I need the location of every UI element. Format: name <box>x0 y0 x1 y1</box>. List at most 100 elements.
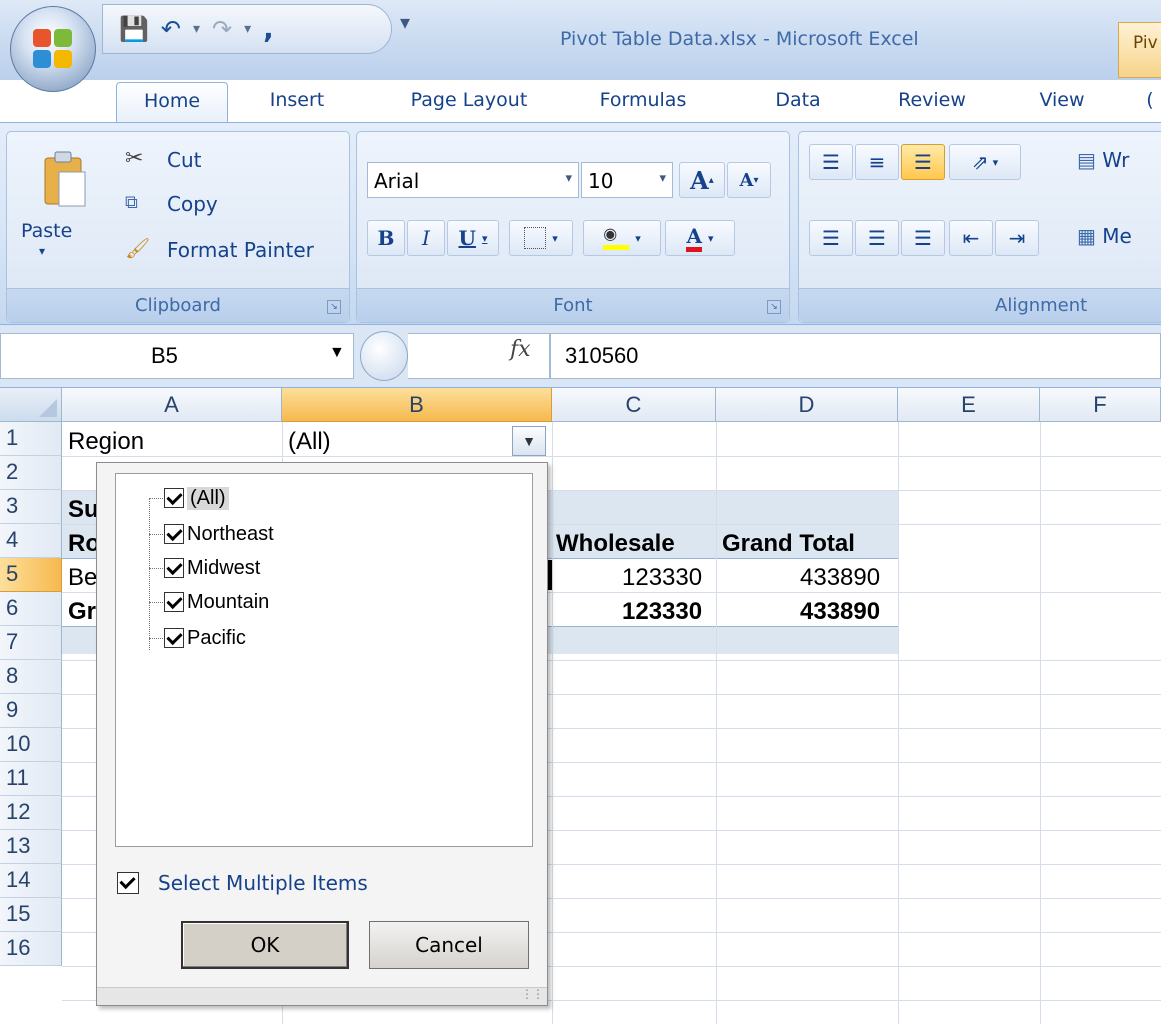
checkbox-checked-icon[interactable] <box>164 628 184 648</box>
checkbox-checked-icon[interactable] <box>164 592 184 612</box>
row-header-12[interactable]: 12 <box>0 796 62 830</box>
filter-item-mountain[interactable]: Mountain <box>164 588 269 616</box>
redo-icon[interactable]: ↷ <box>212 17 232 41</box>
row-header-2[interactable]: 2 <box>0 456 62 490</box>
bold-button[interactable]: B <box>367 220 405 256</box>
filter-item-pacific[interactable]: Pacific <box>164 624 246 652</box>
shrink-font-button[interactable]: A ▾ <box>727 162 771 198</box>
row-header-3[interactable]: 3 <box>0 490 62 524</box>
row-header-7[interactable]: 7 <box>0 626 62 660</box>
merge-center-button[interactable]: ▦ Me <box>1077 224 1132 248</box>
tab-home[interactable]: Home <box>116 82 228 124</box>
cell-b1[interactable]: (All) <box>288 428 331 456</box>
font-name-combo[interactable]: Arial ▾ <box>367 162 579 198</box>
column-header-f[interactable]: F <box>1040 388 1161 422</box>
paste-button[interactable]: Paste <box>21 220 72 242</box>
row-header-10[interactable]: 10 <box>0 728 62 762</box>
font-color-button[interactable]: A ▾ <box>665 220 735 256</box>
middle-align-icon[interactable]: ≡ <box>855 144 899 180</box>
column-header-e[interactable]: E <box>898 388 1040 422</box>
undo-dropdown-icon[interactable]: ▾ <box>193 22 200 36</box>
row-header-9[interactable]: 9 <box>0 694 62 728</box>
tab-formulas[interactable]: Formulas <box>578 82 708 122</box>
filter-item-all[interactable]: (All) <box>164 484 229 512</box>
cell-d6[interactable]: 433890 <box>800 598 880 626</box>
font-size-combo[interactable]: 10 ▾ <box>581 162 673 198</box>
tab-insert[interactable]: Insert <box>250 82 344 122</box>
cancel-button[interactable]: Cancel <box>369 921 529 969</box>
paste-dropdown-icon[interactable]: ▾ <box>39 244 45 258</box>
checkbox-checked-icon[interactable] <box>164 488 184 508</box>
row-header-1[interactable]: 1 <box>0 422 62 456</box>
tab-view[interactable]: View <box>1024 82 1100 122</box>
cell-c4[interactable]: Wholesale <box>556 530 675 558</box>
ok-button[interactable]: OK <box>181 921 349 969</box>
column-header-c[interactable]: C <box>552 388 716 422</box>
cell-a1[interactable]: Region <box>68 428 144 456</box>
insert-function-button[interactable]: fx <box>510 337 531 362</box>
underline-button[interactable]: U ▾ <box>447 220 499 256</box>
customize-toolbar-icon[interactable]: ▾ <box>400 10 410 34</box>
column-header-a[interactable]: A <box>62 388 282 422</box>
column-header-d[interactable]: D <box>716 388 898 422</box>
checkbox-checked-icon[interactable] <box>164 558 184 578</box>
page-filter-dropdown-icon[interactable]: ▼ <box>512 426 546 456</box>
cell-a6[interactable]: Gr <box>68 598 96 626</box>
cell-d4[interactable]: Grand Total <box>722 530 855 558</box>
row-header-5[interactable]: 5 <box>0 558 62 592</box>
comma-style-icon[interactable]: , <box>263 15 274 43</box>
top-align-icon[interactable]: ☰ <box>809 144 853 180</box>
grow-font-button[interactable]: A ▴ <box>679 162 725 198</box>
save-icon[interactable]: 💾 <box>119 17 149 41</box>
row-header-4[interactable]: 4 <box>0 524 62 558</box>
resize-grip-icon[interactable]: ⋮⋮ <box>521 987 544 1001</box>
row-header-15[interactable]: 15 <box>0 898 62 932</box>
copy-button[interactable]: Copy <box>167 192 218 216</box>
formula-bar-divider[interactable] <box>360 331 408 381</box>
cut-button[interactable]: Cut <box>167 148 201 172</box>
font-launcher-icon[interactable]: ↘ <box>767 300 781 314</box>
formula-input[interactable]: 310560 <box>550 333 1161 379</box>
increase-indent-icon[interactable]: ⇥ <box>995 220 1039 256</box>
orientation-icon[interactable]: ⇗ ▾ <box>949 144 1021 180</box>
bottom-align-icon[interactable]: ☰ <box>901 144 945 180</box>
row-header-8[interactable]: 8 <box>0 660 62 694</box>
name-box[interactable]: B5 ▼ <box>0 333 354 379</box>
decrease-indent-icon[interactable]: ⇤ <box>949 220 993 256</box>
tab-overflow[interactable]: ( <box>1140 82 1160 122</box>
row-header-14[interactable]: 14 <box>0 864 62 898</box>
align-right-icon[interactable]: ☰ <box>901 220 945 256</box>
cell-c6[interactable]: 123330 <box>622 598 702 626</box>
wrap-text-button[interactable]: ▤ Wr <box>1077 148 1129 172</box>
select-multiple-items-option[interactable]: Select Multiple Items <box>117 871 368 895</box>
row-header-16[interactable]: 16 <box>0 932 62 966</box>
clipboard-launcher-icon[interactable]: ↘ <box>327 300 341 314</box>
fill-color-button[interactable]: ◉ ▾ <box>583 220 661 256</box>
row-header-13[interactable]: 13 <box>0 830 62 864</box>
filter-item-northeast[interactable]: Northeast <box>164 520 274 548</box>
redo-dropdown-icon[interactable]: ▾ <box>244 22 251 36</box>
format-painter-button[interactable]: Format Painter <box>167 238 314 262</box>
align-left-icon[interactable]: ☰ <box>809 220 853 256</box>
filter-item-midwest[interactable]: Midwest <box>164 554 260 582</box>
pivot-tools-context-tab[interactable]: Piv <box>1118 22 1161 78</box>
center-icon[interactable]: ☰ <box>855 220 899 256</box>
cell-a3[interactable]: Su <box>68 496 99 524</box>
checkbox-checked-icon[interactable] <box>117 872 139 894</box>
select-all-button[interactable] <box>0 388 62 422</box>
column-header-b[interactable]: B <box>282 388 552 422</box>
tab-review[interactable]: Review <box>880 82 984 122</box>
cell-d5[interactable]: 433890 <box>800 564 880 592</box>
tab-page-layout[interactable]: Page Layout <box>384 82 554 122</box>
checkbox-checked-icon[interactable] <box>164 524 184 544</box>
office-button[interactable] <box>10 6 96 92</box>
cell-a5[interactable]: Be <box>68 564 97 592</box>
undo-icon[interactable]: ↶ <box>161 17 181 41</box>
row-header-11[interactable]: 11 <box>0 762 62 796</box>
tab-data[interactable]: Data <box>754 82 842 122</box>
chevron-down-icon[interactable]: ▼ <box>329 344 345 362</box>
italic-button[interactable]: I <box>407 220 445 256</box>
borders-button[interactable]: ▾ <box>509 220 573 256</box>
cell-c5[interactable]: 123330 <box>622 564 702 592</box>
row-header-6[interactable]: 6 <box>0 592 62 626</box>
